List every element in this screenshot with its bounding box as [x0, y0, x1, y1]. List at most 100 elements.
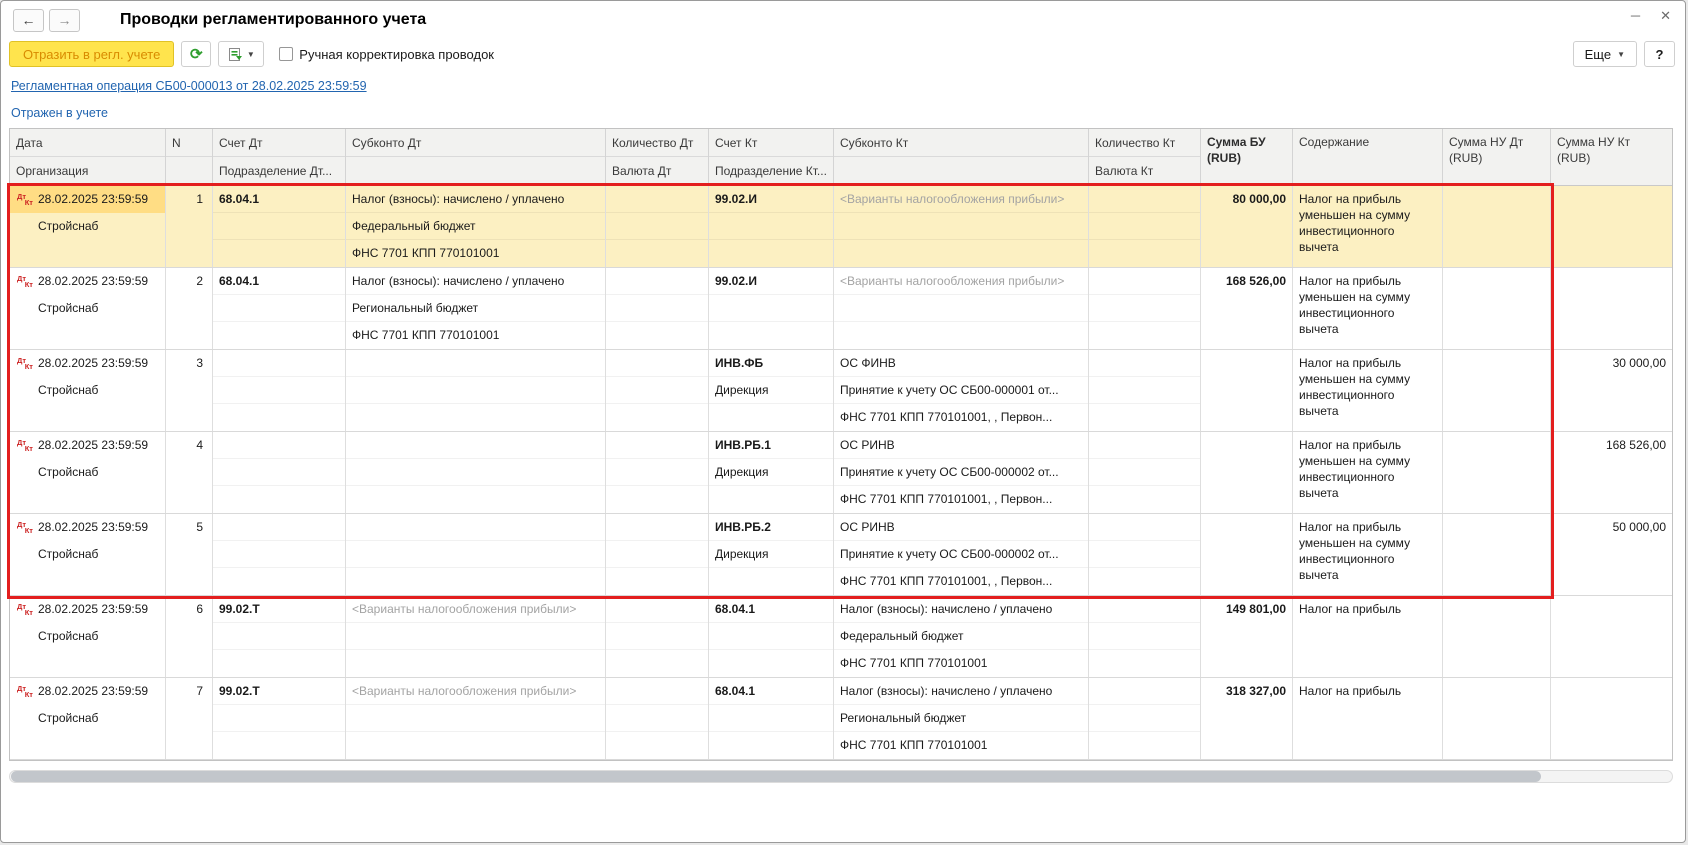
- sum-nu-kt: [1551, 186, 1672, 267]
- manual-adjustment-checkbox[interactable]: Ручная корректировка проводок: [279, 47, 494, 62]
- sum-nu-kt: 50 000,00: [1551, 514, 1672, 595]
- row-organization: Стройснаб: [10, 541, 165, 568]
- subconto-kt-1: <Варианты налогообложения прибыли>: [834, 268, 1088, 295]
- row-number: 3: [166, 350, 212, 377]
- subconto-dt-1: <Варианты налогообложения прибыли>: [346, 596, 605, 623]
- more-button[interactable]: Еще ▼: [1573, 41, 1637, 67]
- table-row[interactable]: ДтКт28.02.2025 23:59:59 Стройснаб 4 ИНВ.…: [10, 432, 1672, 514]
- arrow-right-icon: →: [58, 12, 72, 28]
- subconto-kt-2: Федеральный бюджет: [834, 623, 1088, 650]
- subconto-kt-1: ОС РИНВ: [834, 514, 1088, 541]
- header-currency-dt-label: Валюта Дт: [606, 157, 708, 185]
- quantity-dt-cell: [606, 596, 709, 677]
- row-organization: Стройснаб: [10, 295, 165, 322]
- sum-bu: 149 801,00: [1201, 596, 1293, 677]
- subconto-dt-1: Налог (взносы): начислено / уплачено: [346, 268, 605, 295]
- quantity-kt-cell: [1089, 514, 1201, 595]
- row-content: Налог на прибыль: [1293, 678, 1443, 759]
- refresh-button[interactable]: ⟳: [181, 41, 211, 67]
- subconto-kt-2: Принятие к учету ОС СБ00-000002 от...: [834, 459, 1088, 486]
- app-window: ← → Проводки регламентированного учета ─…: [0, 0, 1686, 843]
- col-header-sum-nu-dt[interactable]: Сумма НУ Дт (RUB): [1443, 129, 1551, 185]
- account-kt: ИНВ.ФБ: [709, 350, 833, 377]
- header-subconto-kt-label: Субконто Кт: [834, 129, 1088, 157]
- subconto-kt-3: ФНС 7701 КПП 770101001: [834, 650, 1088, 677]
- table-row[interactable]: ДтКт28.02.2025 23:59:59 Стройснаб 5 ИНВ.…: [10, 514, 1672, 596]
- header-subdivision-dt-label: Подразделение Дт...: [213, 157, 345, 185]
- subconto-dt-1: <Варианты налогообложения прибыли>: [346, 678, 605, 705]
- header-date-label: Дата: [10, 129, 165, 157]
- sum-nu-kt: [1551, 268, 1672, 349]
- subconto-kt-2: [834, 213, 1088, 240]
- quantity-kt-cell: [1089, 268, 1201, 349]
- account-kt: 99.02.И: [709, 268, 833, 295]
- manual-adjustment-label[interactable]: Ручная корректировка проводок: [299, 47, 494, 62]
- row-organization: Стройснаб: [10, 459, 165, 486]
- quantity-dt-cell: [606, 514, 709, 595]
- subdivision-kt: [709, 213, 833, 240]
- col-header-quantity-kt[interactable]: Количество Кт Валюта Кт: [1089, 129, 1201, 185]
- help-label: ?: [1656, 47, 1664, 62]
- row-date: 28.02.2025 23:59:59: [38, 268, 148, 295]
- sum-nu-kt: 168 526,00: [1551, 432, 1672, 513]
- quantity-dt-cell: [606, 432, 709, 513]
- subdivision-dt: [213, 295, 345, 322]
- nav-back-button[interactable]: ←: [13, 9, 44, 32]
- dt-kt-posting-icon: ДтКт: [16, 601, 34, 618]
- horizontal-scrollbar[interactable]: [9, 770, 1673, 783]
- regulated-operation-link[interactable]: Регламентная операция СБ00-000013 от 28.…: [11, 79, 367, 93]
- col-header-content[interactable]: Содержание: [1293, 129, 1443, 185]
- account-dt: 68.04.1: [213, 186, 345, 213]
- col-header-quantity-dt[interactable]: Количество Дт Валюта Дт: [606, 129, 709, 185]
- col-header-date[interactable]: Дата Организация: [10, 129, 166, 185]
- account-dt: [213, 514, 345, 541]
- row-number: 1: [166, 186, 212, 213]
- sum-nu-dt: [1443, 350, 1551, 431]
- subconto-kt-3: [834, 322, 1088, 349]
- dt-kt-posting-icon: ДтКт: [16, 191, 34, 208]
- col-header-sum-nu-kt[interactable]: Сумма НУ Кт (RUB): [1551, 129, 1672, 185]
- help-button[interactable]: ?: [1644, 41, 1675, 67]
- col-header-number[interactable]: N: [166, 129, 213, 185]
- row-content: Налог на прибыль уменьшен на сумму инвес…: [1293, 186, 1443, 267]
- reflect-in-accounting-button[interactable]: Отразить в регл. учете: [9, 41, 174, 67]
- account-dt: [213, 350, 345, 377]
- scrollbar-thumb[interactable]: [11, 771, 1541, 782]
- col-header-account-dt[interactable]: Счет Дт Подразделение Дт...: [213, 129, 346, 185]
- table-row[interactable]: ДтКт28.02.2025 23:59:59 Стройснаб 2 68.0…: [10, 268, 1672, 350]
- subconto-kt-1: Налог (взносы): начислено / уплачено: [834, 596, 1088, 623]
- row-content: Налог на прибыль уменьшен на сумму инвес…: [1293, 514, 1443, 595]
- col-header-subconto-kt[interactable]: Субконто Кт: [834, 129, 1089, 185]
- table-row[interactable]: ДтКт28.02.2025 23:59:59 Стройснаб 6 99.0…: [10, 596, 1672, 678]
- postings-table: Дата Организация N Счет Дт Подразделение…: [9, 128, 1673, 761]
- row-date: 28.02.2025 23:59:59: [38, 678, 148, 705]
- col-header-account-kt[interactable]: Счет Кт Подразделение Кт...: [709, 129, 834, 185]
- close-button[interactable]: ✕: [1660, 8, 1671, 24]
- sum-bu: [1201, 350, 1293, 431]
- table-row[interactable]: ДтКт28.02.2025 23:59:59 Стройснаб 7 99.0…: [10, 678, 1672, 760]
- minimize-button[interactable]: ─: [1631, 8, 1640, 24]
- row-content: Налог на прибыль: [1293, 596, 1443, 677]
- postings-report-button[interactable]: ▼: [218, 41, 264, 67]
- sum-bu: 80 000,00: [1201, 186, 1293, 267]
- row-number: 7: [166, 678, 212, 705]
- row-organization: Стройснаб: [10, 623, 165, 650]
- subconto-dt-2: Региональный бюджет: [346, 295, 605, 322]
- subdivision-kt: [709, 705, 833, 732]
- nav-forward-button[interactable]: →: [49, 9, 80, 32]
- dt-kt-posting-icon: ДтКт: [16, 437, 34, 454]
- header-currency-kt-label: Валюта Кт: [1089, 157, 1200, 185]
- header-number-label: N: [166, 129, 212, 157]
- table-row[interactable]: ДтКт28.02.2025 23:59:59 Стройснаб 1 68.0…: [10, 186, 1672, 268]
- checkbox-box[interactable]: [279, 47, 293, 61]
- subconto-dt-2: Федеральный бюджет: [346, 213, 605, 240]
- quantity-dt-cell: [606, 186, 709, 267]
- col-header-subconto-dt[interactable]: Субконто Дт: [346, 129, 606, 185]
- table-row[interactable]: ДтКт28.02.2025 23:59:59 Стройснаб 3 ИНВ.…: [10, 350, 1672, 432]
- col-header-sum-bu[interactable]: Сумма БУ (RUB): [1201, 129, 1293, 185]
- sum-nu-dt: [1443, 432, 1551, 513]
- subdivision-kt: Дирекция: [709, 541, 833, 568]
- subconto-dt-1: [346, 350, 605, 377]
- toolbar: Отразить в регл. учете ⟳ ▼ Ручная коррек…: [1, 39, 1685, 73]
- subdivision-kt: Дирекция: [709, 377, 833, 404]
